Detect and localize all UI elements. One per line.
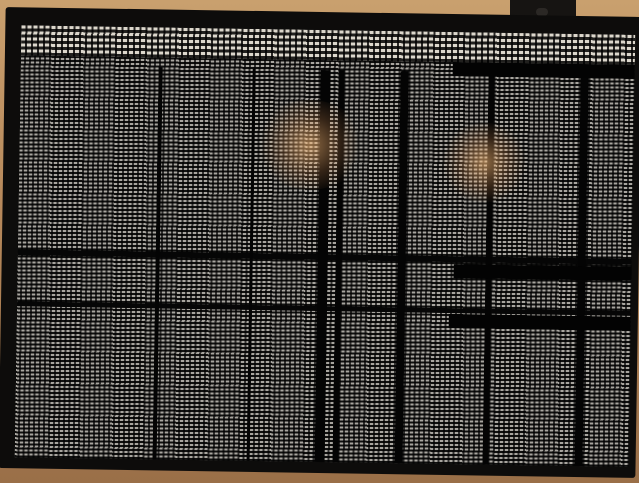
terminal-blank-region bbox=[453, 264, 632, 281]
terminal-screen bbox=[14, 25, 636, 467]
photo-scene bbox=[0, 0, 639, 483]
terminal-blank-region bbox=[448, 314, 631, 331]
terminal-blank-region bbox=[452, 62, 635, 79]
monitor-bezel bbox=[0, 7, 639, 478]
